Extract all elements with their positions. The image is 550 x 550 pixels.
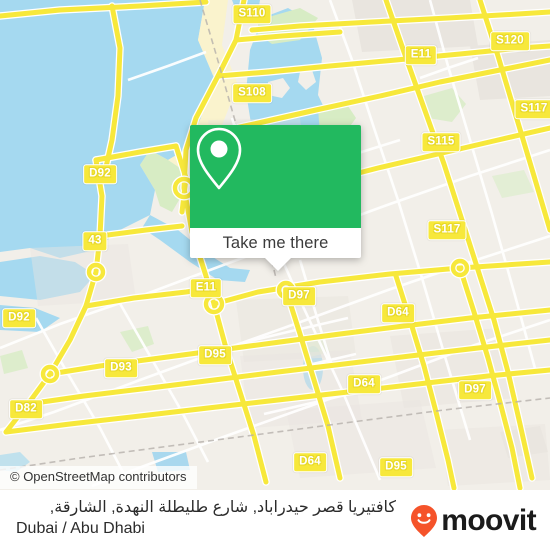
osm-attribution[interactable]: © OpenStreetMap contributors xyxy=(0,466,197,490)
place-description: كافتيريا قصر حيدراباد, شارع طليطلة النهد… xyxy=(16,498,396,540)
road-shield: D64 xyxy=(381,303,415,323)
take-me-there-label: Take me there xyxy=(222,233,329,252)
location-popup-card[interactable]: Take me there xyxy=(190,125,361,271)
road-shield: D97 xyxy=(282,286,316,306)
road-shield: E11 xyxy=(404,45,438,65)
place-region: Dubai / Abu Dhabi xyxy=(16,519,145,537)
road-shield: E11 xyxy=(189,278,223,298)
road-shield: D95 xyxy=(198,345,232,365)
moovit-wordmark: moovit xyxy=(441,504,536,537)
road-shield: S117 xyxy=(427,220,467,240)
moovit-brand[interactable]: moovit xyxy=(409,504,537,538)
road-shield: D97 xyxy=(458,380,492,400)
road-shield: S110 xyxy=(232,4,272,24)
road-shield: S115 xyxy=(421,132,461,152)
popup-icon-panel xyxy=(190,125,361,228)
road-shield: 43 xyxy=(82,231,108,251)
road-shield: D93 xyxy=(104,358,138,378)
road-shield: D64 xyxy=(347,374,381,394)
road-shield: D82 xyxy=(9,399,43,419)
road-shield: D64 xyxy=(293,452,327,472)
popup-tail xyxy=(265,258,291,271)
road-shield: S108 xyxy=(232,83,272,103)
moovit-pin-icon xyxy=(411,505,438,537)
map-canvas[interactable]: S110 E11 S120 S108 S117 S115 D92 43 S117… xyxy=(0,0,550,490)
road-shield: D92 xyxy=(83,164,117,184)
place-name-arabic: كافتيريا قصر حيدراباد, شارع طليطلة النهد… xyxy=(49,499,396,516)
moovit-map-screen: S110 E11 S120 S108 S117 S115 D92 43 S117… xyxy=(0,0,550,550)
footer-bar: كافتيريا قصر حيدراباد, شارع طليطلة النهد… xyxy=(0,490,550,550)
road-shield: S117 xyxy=(514,99,550,119)
road-shield: S120 xyxy=(490,31,530,51)
road-shield: D92 xyxy=(2,308,36,328)
map-pin-icon xyxy=(196,127,242,190)
popup-action-panel[interactable]: Take me there xyxy=(190,228,361,258)
road-shield: D95 xyxy=(379,457,413,477)
